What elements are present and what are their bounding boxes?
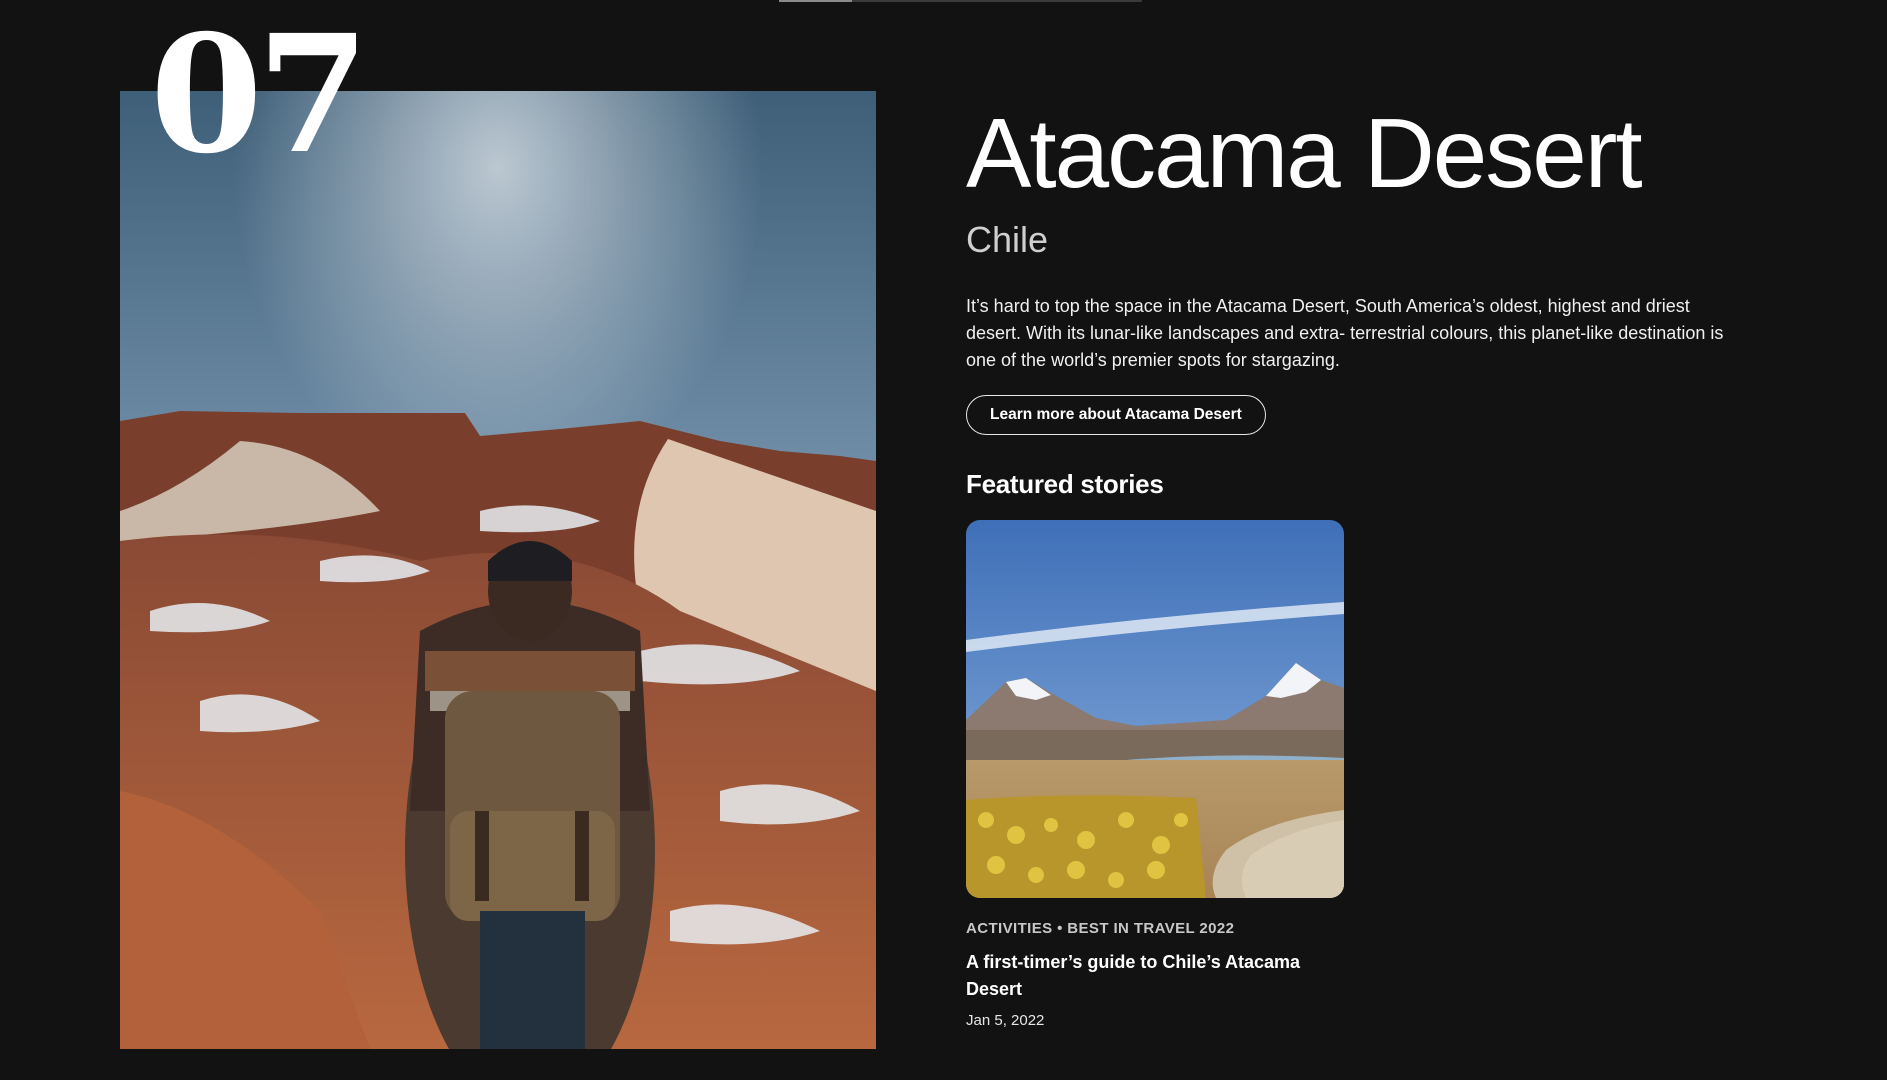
story-title-link[interactable]: A first-timer’s guide to Chile’s Atacama…: [966, 949, 1344, 1003]
destination-details: Atacama Desert Chile It’s hard to top th…: [966, 98, 1726, 1029]
learn-more-button[interactable]: Learn more about Atacama Desert: [966, 395, 1266, 436]
carousel-progress-fill: [779, 0, 852, 2]
story-card[interactable]: ACTIVITIES • BEST IN TRAVEL 2022 A first…: [966, 520, 1344, 1029]
hero-image-traveler-in-desert: [120, 91, 876, 1049]
carousel-progress-bar: [779, 0, 1142, 2]
story-date: Jan 5, 2022: [966, 1012, 1045, 1030]
page: 07 Atacama Desert Chile It’s hard to top…: [0, 0, 1887, 1080]
story-tags: ACTIVITIES • BEST IN TRAVEL 2022: [966, 920, 1235, 938]
destination-description: It’s hard to top the space in the Atacam…: [966, 296, 1724, 371]
story-image-volcanoes-road[interactable]: [966, 520, 1344, 899]
destination-title: Atacama Desert: [966, 98, 1643, 208]
rank-number: 07: [150, 0, 369, 190]
featured-stories-heading: Featured stories: [966, 469, 1164, 500]
destination-country: Chile: [966, 218, 1049, 260]
